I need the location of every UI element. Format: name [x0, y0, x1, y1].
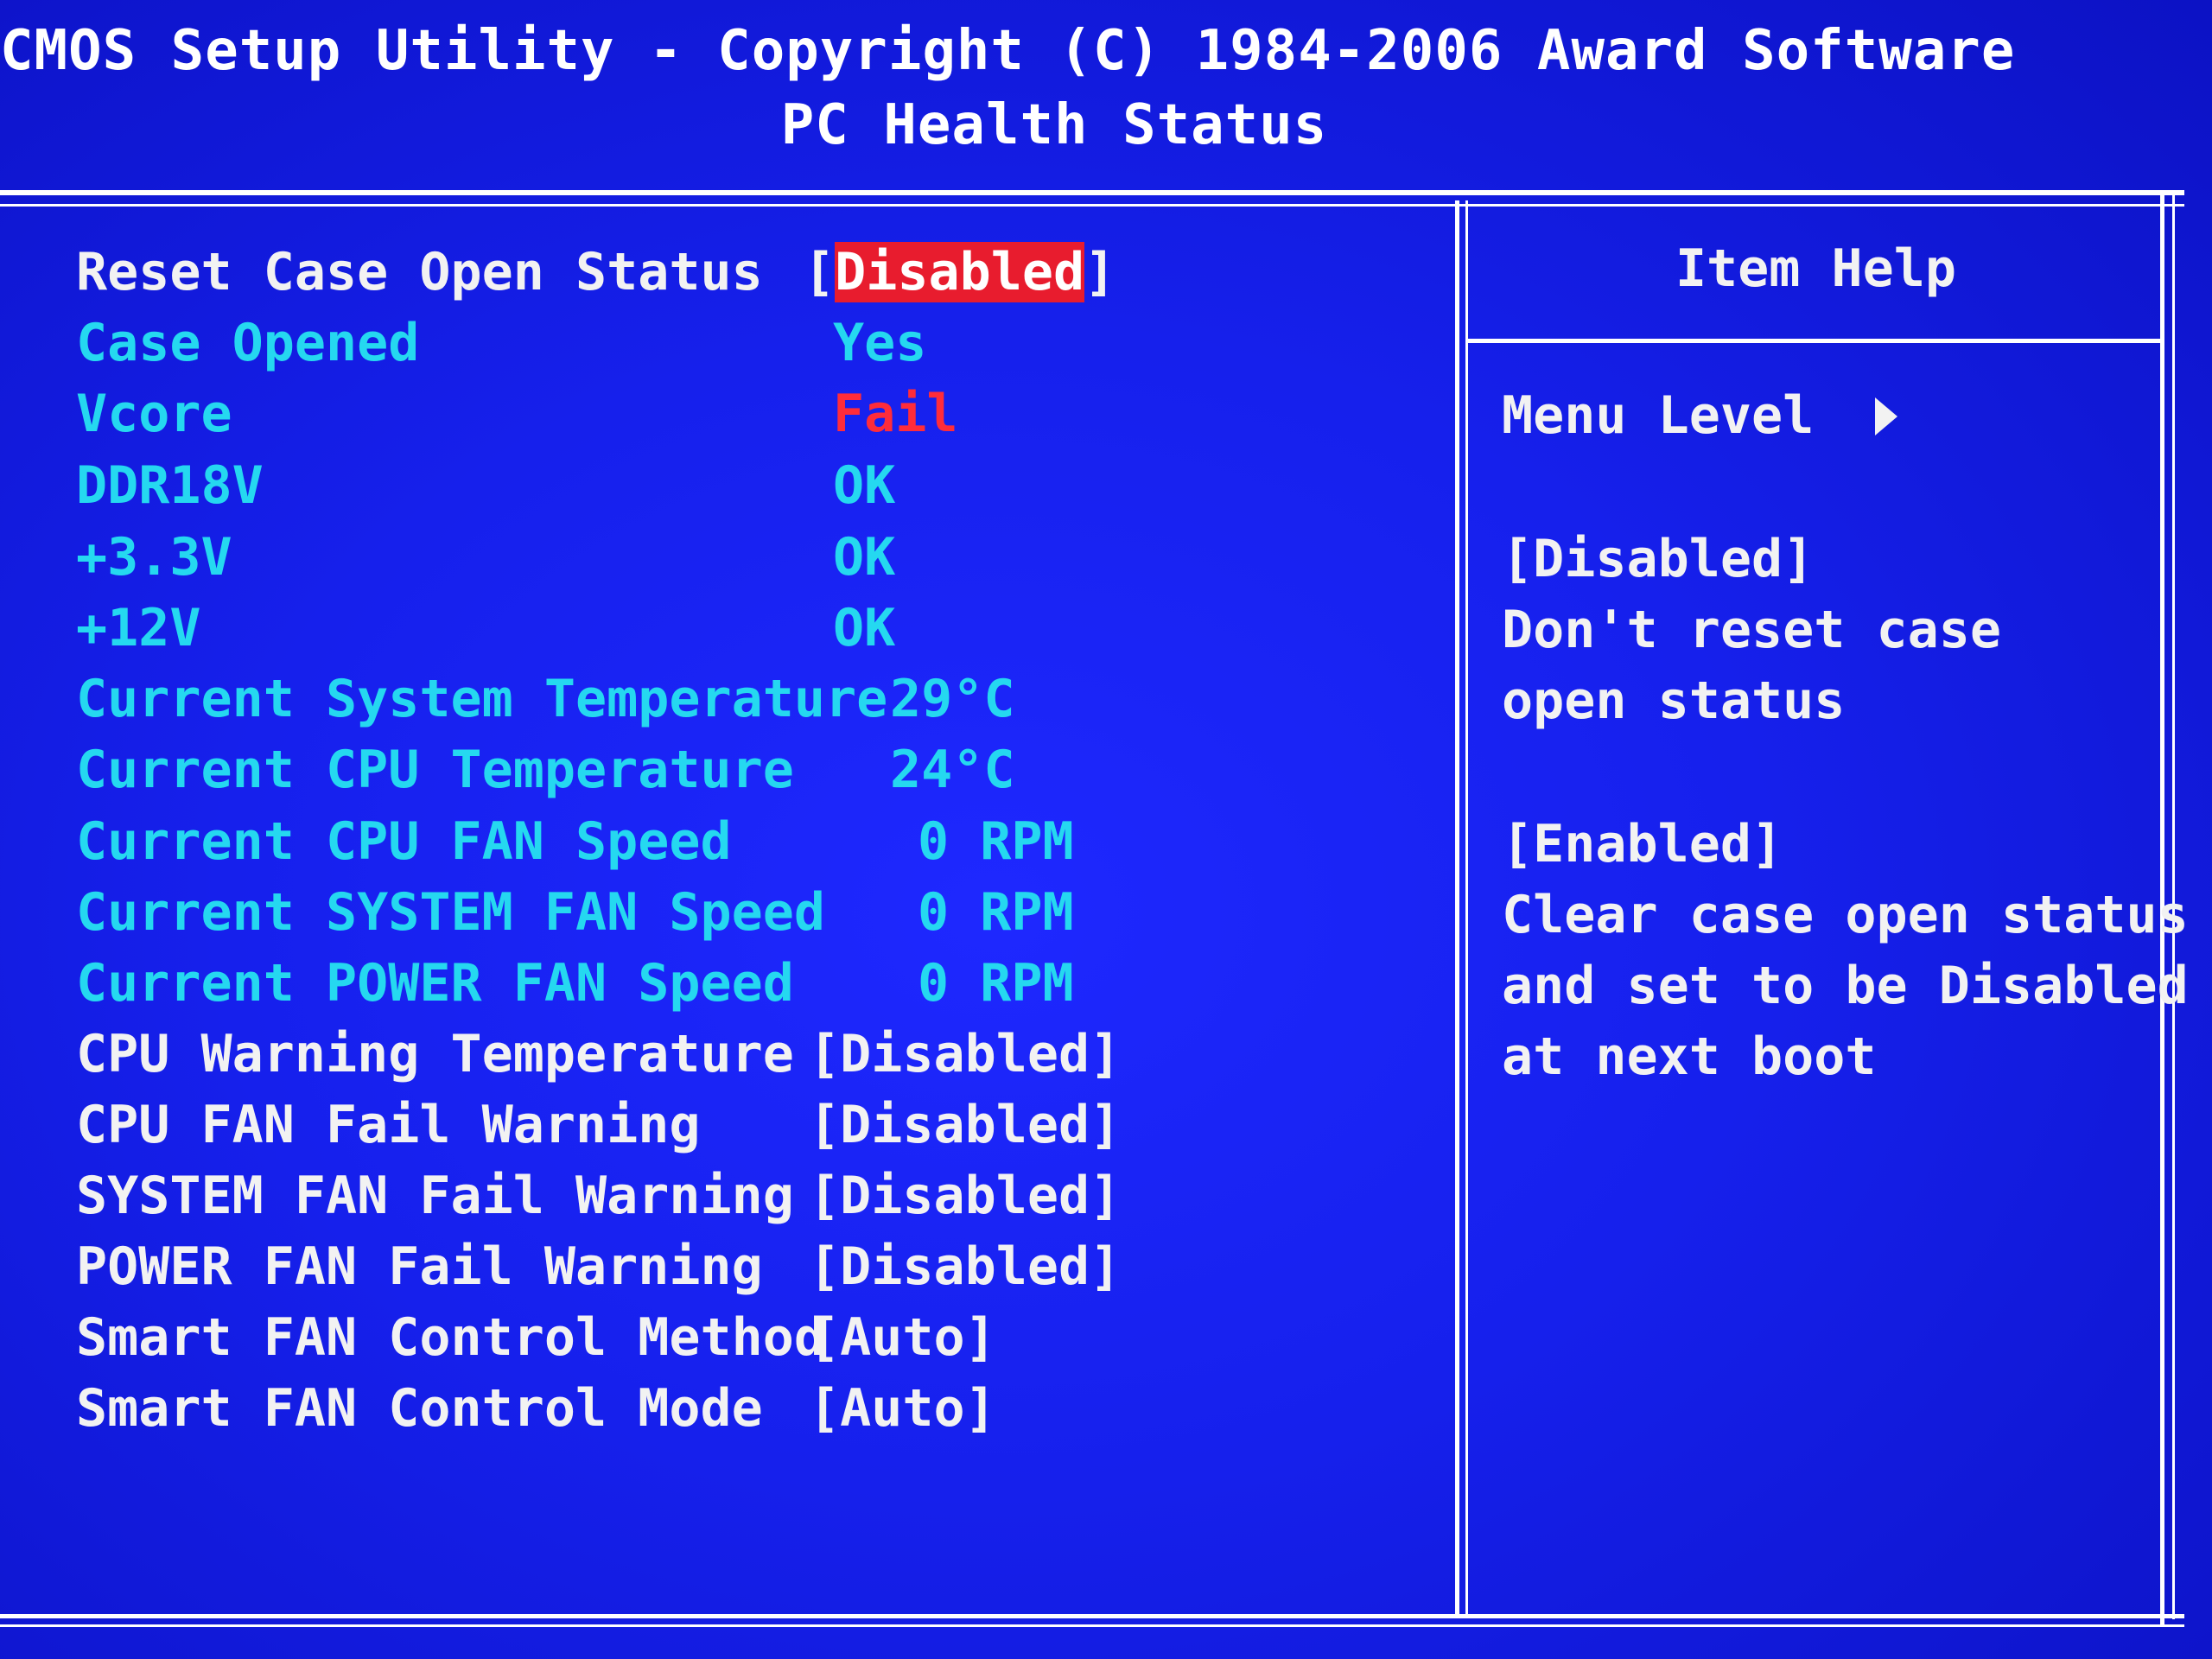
bios-screen: CMOS Setup Utility - Copyright (C) 1984-…: [0, 0, 2212, 1659]
setting-label: POWER FAN Fail Warning: [76, 1236, 763, 1297]
setting-label: Smart FAN Control Mode: [76, 1378, 763, 1439]
setting-system-fan-fail-warning[interactable]: SYSTEM FAN Fail Warning [Disabled]: [76, 1166, 1121, 1228]
setting-label: CPU FAN Fail Warning: [76, 1095, 701, 1155]
page-title: PC Health Status: [780, 93, 1328, 157]
help-line: open status: [1502, 671, 1846, 731]
bottom-border-inner: [0, 1624, 2184, 1627]
status-label: Vcore: [76, 384, 232, 444]
status-ddr18v: DDR18V OK: [76, 455, 895, 518]
menu-level-arrow-icon: [1875, 397, 1897, 435]
setting-value[interactable]: [Disabled]: [809, 1095, 1121, 1155]
panel-divider-inner: [1465, 200, 1468, 1618]
status-label: Case Opened: [76, 313, 420, 373]
help-line: Clear case open status: [1502, 885, 2189, 945]
status-3-3v: +3.3V OK: [76, 527, 895, 589]
status-value: OK: [833, 455, 896, 516]
status-label: +12V: [76, 598, 201, 658]
help-line: [Disabled]: [1502, 529, 1815, 589]
status-value: 24°C: [890, 740, 1015, 800]
top-border: [0, 190, 2184, 195]
status-label: DDR18V: [76, 455, 264, 516]
status-system-fan-speed: Current SYSTEM FAN Speed 0 RPM: [76, 882, 1074, 944]
setting-label: Reset Case Open Status: [76, 242, 763, 302]
status-power-fan-speed: Current POWER FAN Speed 0 RPM: [76, 953, 1074, 1015]
setting-cpu-warning-temperature[interactable]: CPU Warning Temperature [Disabled]: [76, 1024, 1121, 1086]
setting-label: SYSTEM FAN Fail Warning: [76, 1166, 794, 1226]
setting-label: CPU Warning Temperature: [76, 1024, 794, 1084]
status-case-opened: Case Opened Yes: [76, 313, 926, 375]
status-label: Current CPU FAN Speed: [76, 811, 732, 872]
status-label: Current CPU Temperature: [76, 740, 794, 800]
help-title-divider: [1468, 339, 2164, 343]
setting-value[interactable]: [Auto]: [809, 1378, 996, 1439]
status-value: 29°C: [890, 669, 1015, 729]
setting-value[interactable]: [Disabled]: [809, 1236, 1121, 1297]
utility-title: CMOS Setup Utility - Copyright (C) 1984-…: [0, 19, 2016, 83]
help-line: at next boot: [1502, 1027, 1877, 1087]
bottom-border: [0, 1614, 2184, 1618]
panel-divider: [1455, 200, 1459, 1618]
status-label: +3.3V: [76, 527, 232, 588]
help-line: and set to be Disabled: [1502, 956, 2189, 1016]
status-vcore: Vcore Fail: [76, 384, 958, 446]
status-label: Current POWER FAN Speed: [76, 953, 794, 1014]
menu-level-label: Menu Level: [1502, 385, 1815, 446]
status-cpu-temperature: Current CPU Temperature 24°C: [76, 740, 1015, 802]
setting-value[interactable]: [Disabled]: [809, 1166, 1121, 1226]
setting-smart-fan-control-mode[interactable]: Smart FAN Control Mode [Auto]: [76, 1378, 996, 1440]
status-value: 0 RPM: [918, 811, 1074, 872]
status-value-fail: Fail: [833, 384, 958, 444]
status-label: Current SYSTEM FAN Speed: [76, 882, 825, 943]
setting-cpu-fan-fail-warning[interactable]: CPU FAN Fail Warning [Disabled]: [76, 1095, 1121, 1157]
setting-label: Smart FAN Control Method: [76, 1307, 825, 1368]
status-value: OK: [833, 598, 896, 658]
setting-value[interactable]: [Disabled]: [804, 242, 1116, 302]
help-panel-title: Item Help: [1675, 238, 1957, 299]
status-system-temperature: Current System Temperature 29°C: [76, 669, 1015, 731]
status-value: Yes: [833, 313, 927, 373]
status-value: 0 RPM: [918, 882, 1074, 943]
status-12v: +12V OK: [76, 598, 895, 660]
setting-smart-fan-control-method[interactable]: Smart FAN Control Method [Auto]: [76, 1307, 996, 1370]
setting-value[interactable]: [Disabled]: [809, 1024, 1121, 1084]
setting-reset-case-open-status[interactable]: Reset Case Open Status [Disabled]: [76, 242, 1116, 304]
status-label: Current System Temperature: [76, 669, 888, 729]
selected-value-highlight[interactable]: Disabled: [835, 242, 1085, 302]
setting-power-fan-fail-warning[interactable]: POWER FAN Fail Warning [Disabled]: [76, 1236, 1121, 1299]
status-value: 0 RPM: [918, 953, 1074, 1014]
help-line: Don't reset case: [1502, 600, 2001, 660]
help-line: [Enabled]: [1502, 814, 1783, 874]
top-border-inner: [0, 204, 2184, 207]
status-cpu-fan-speed: Current CPU FAN Speed 0 RPM: [76, 811, 1074, 874]
setting-value[interactable]: [Auto]: [809, 1307, 996, 1368]
status-value: OK: [833, 527, 896, 588]
